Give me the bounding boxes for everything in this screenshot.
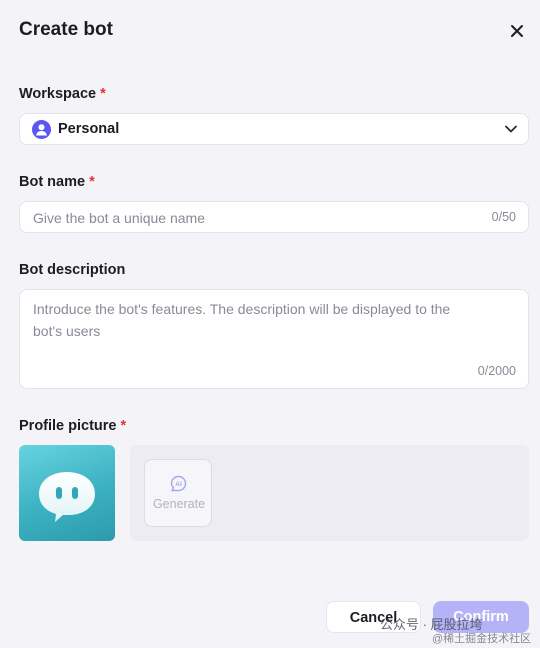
svg-text:AI: AI — [175, 481, 182, 488]
bot-name-label-text: Bot name — [19, 174, 86, 190]
required-mark: * — [120, 418, 127, 434]
bot-description-textarea[interactable]: Introduce the bot's features. The descri… — [19, 289, 529, 389]
bot-name-placeholder: Give the bot a unique name — [33, 210, 206, 226]
workspace-selected-value: Personal — [58, 121, 120, 137]
required-mark: * — [100, 86, 106, 102]
bot-name-input[interactable]: Give the bot a unique name 0/50 — [19, 201, 529, 233]
profile-picture-label-text: Profile picture — [19, 418, 117, 434]
workspace-label: Workspace * — [19, 86, 106, 102]
profile-picture-label: Profile picture * — [19, 418, 126, 434]
generate-avatar-button[interactable]: AI Generate — [144, 459, 212, 527]
close-icon[interactable] — [508, 22, 526, 40]
dialog-title: Create bot — [19, 19, 113, 40]
ai-sparkle-icon: AI — [170, 475, 187, 492]
generate-label: Generate — [152, 497, 206, 511]
chevron-down-icon — [505, 125, 517, 133]
create-bot-dialog: Create bot Workspace * Personal Bot name *… — [0, 0, 540, 648]
avatar-generation-area: AI Generate — [130, 445, 529, 541]
bot-description-char-counter: 0/2000 — [477, 364, 516, 378]
bot-name-label: Bot name * — [19, 174, 95, 190]
workspace-select[interactable]: Personal — [19, 113, 529, 145]
bot-name-char-counter: 0/50 — [491, 210, 516, 224]
bot-description-label: Bot description — [19, 262, 126, 278]
bot-description-placeholder: Introduce the bot's features. The descri… — [33, 301, 451, 339]
watermark-source: @稀土掘金技术社区 — [432, 633, 532, 645]
profile-picture-preview[interactable] — [19, 445, 115, 541]
required-mark: * — [89, 174, 95, 190]
workspace-label-text: Workspace — [19, 86, 97, 102]
chat-bubble-bot-icon — [39, 472, 95, 522]
user-avatar-icon — [32, 120, 51, 139]
